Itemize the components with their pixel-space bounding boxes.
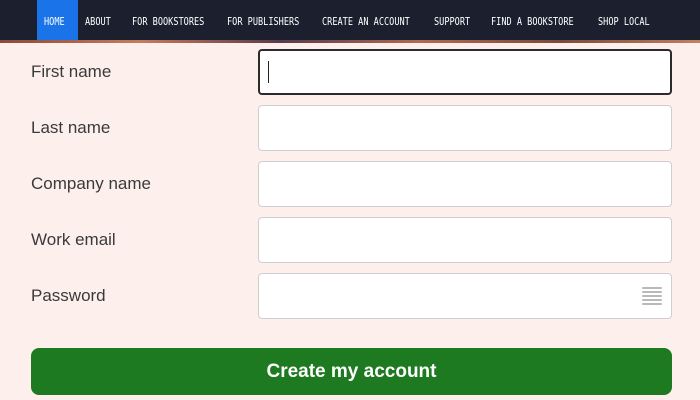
work-email-row: Work email: [0, 217, 700, 265]
nav-item-about[interactable]: ABOUT: [85, 0, 128, 42]
nav-item-for-bookstores[interactable]: FOR BOOKSTORES: [132, 0, 227, 42]
password-label: Password: [31, 286, 106, 305]
nav-item-for-publishers[interactable]: FOR PUBLISHERS: [227, 0, 322, 42]
last-name-label: Last name: [31, 118, 111, 137]
first-name-input[interactable]: [258, 49, 672, 95]
text-caret: [268, 61, 269, 83]
nav-item-label: FIND A BOOKSTORE: [491, 14, 574, 28]
nav-item-label: SHOP LOCAL: [598, 14, 650, 28]
company-name-label: Company name: [31, 174, 152, 193]
nav-item-label: ABOUT: [85, 14, 111, 28]
last-name-row: Last name: [0, 105, 700, 153]
work-email-input[interactable]: [258, 217, 672, 263]
password-row: Password: [0, 273, 700, 321]
first-name-row: First name: [0, 49, 700, 97]
nav-item-label: SUPPORT: [434, 14, 471, 28]
work-email-label: Work email: [31, 230, 116, 249]
nav-decorative-strip: [0, 40, 700, 43]
nav-item-shop-local[interactable]: SHOP LOCAL: [598, 0, 678, 42]
nav-item-label: FOR BOOKSTORES: [132, 14, 205, 28]
nav-item-support[interactable]: SUPPORT: [434, 0, 491, 42]
nav-item-find-bookstore[interactable]: FIND A BOOKSTORE: [491, 0, 598, 42]
password-input[interactable]: [258, 273, 672, 319]
nav-item-label: FOR PUBLISHERS: [227, 14, 300, 28]
company-name-row: Company name: [0, 161, 700, 209]
password-manager-icon[interactable]: [642, 287, 662, 305]
top-nav: HOME ABOUT FOR BOOKSTORES FOR PUBLISHERS…: [0, 0, 700, 42]
nav-item-label: CREATE AN ACCOUNT: [322, 14, 410, 28]
create-account-button[interactable]: Create my account: [31, 348, 672, 395]
company-name-input[interactable]: [258, 161, 672, 207]
nav-item-label: HOME: [44, 14, 65, 28]
nav-item-home[interactable]: HOME: [37, 0, 78, 42]
last-name-input[interactable]: [258, 105, 672, 151]
nav-item-create-account[interactable]: CREATE AN ACCOUNT: [322, 0, 434, 42]
first-name-label: First name: [31, 62, 112, 81]
